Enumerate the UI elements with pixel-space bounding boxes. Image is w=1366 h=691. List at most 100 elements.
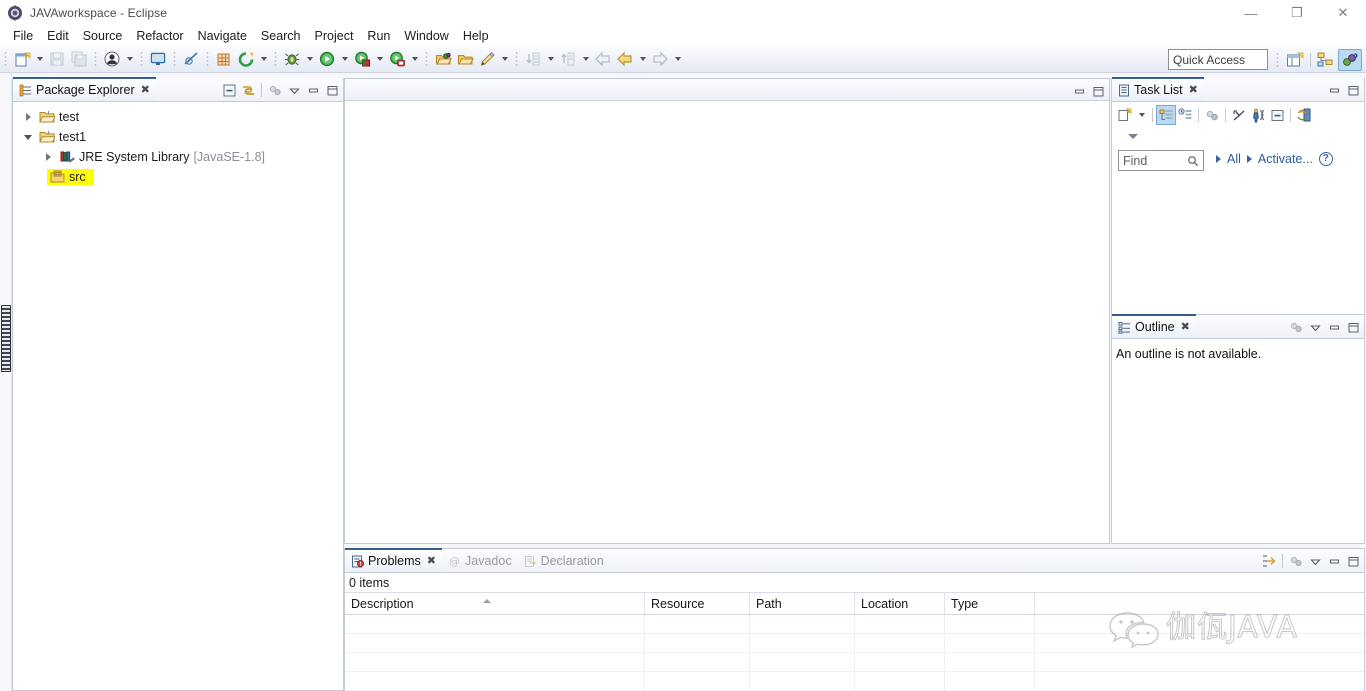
run-server-icon[interactable] bbox=[351, 48, 373, 70]
tree-item-src[interactable]: src bbox=[13, 167, 343, 187]
pencil-icon[interactable] bbox=[476, 48, 498, 70]
search-icon[interactable] bbox=[1187, 155, 1199, 167]
new-task-dropdown-icon[interactable] bbox=[1135, 104, 1148, 126]
tab-problems[interactable]: Problems ✖ bbox=[345, 548, 443, 572]
focus-on-workweek-icon[interactable] bbox=[1203, 106, 1221, 124]
collapse-all-icon[interactable] bbox=[220, 81, 238, 99]
tab-declaration[interactable]: Declaration bbox=[518, 548, 610, 572]
run-play-icon[interactable] bbox=[316, 48, 338, 70]
maximize-icon[interactable] bbox=[1089, 82, 1107, 100]
search-input[interactable]: Find bbox=[1123, 154, 1147, 168]
java-perspective-icon[interactable] bbox=[1338, 48, 1362, 71]
minimize-icon[interactable] bbox=[1325, 81, 1343, 99]
quick-access-input[interactable]: Quick Access bbox=[1168, 49, 1268, 70]
previous-annotation-icon[interactable] bbox=[557, 48, 579, 70]
previous-annotation-dropdown-icon[interactable] bbox=[579, 48, 592, 70]
toolbar-grip-5[interactable] bbox=[204, 50, 211, 68]
view-dropdown-icon[interactable] bbox=[1306, 552, 1324, 570]
menu-item-source[interactable]: Source bbox=[76, 27, 130, 45]
column-header-type[interactable]: Type bbox=[945, 593, 1035, 614]
run-server-dropdown-icon[interactable] bbox=[373, 48, 386, 70]
maximize-icon[interactable] bbox=[1344, 81, 1362, 99]
synchronize-icon[interactable] bbox=[1230, 106, 1248, 124]
minimize-icon[interactable] bbox=[304, 81, 322, 99]
right-arrow-dropdown-icon[interactable] bbox=[671, 48, 684, 70]
filter-activate-link[interactable]: Activate... bbox=[1258, 152, 1313, 166]
minimize-icon[interactable] bbox=[1325, 318, 1343, 336]
menu-item-help[interactable]: Help bbox=[456, 27, 496, 45]
twisty-expanded-icon[interactable] bbox=[21, 130, 35, 144]
tab-javadoc[interactable]: @ Javadoc bbox=[442, 548, 518, 572]
view-dropdown-icon[interactable] bbox=[285, 81, 303, 99]
open-perspective-icon[interactable] bbox=[1283, 49, 1307, 71]
scheduled-presentation-icon[interactable] bbox=[1176, 106, 1194, 124]
view-menu-icon[interactable] bbox=[1128, 133, 1138, 139]
problems-table-body[interactable] bbox=[345, 615, 1364, 691]
next-annotation-dropdown-icon[interactable] bbox=[544, 48, 557, 70]
menu-item-search[interactable]: Search bbox=[254, 27, 308, 45]
tree-item-test[interactable]: test bbox=[13, 107, 343, 127]
collapse-all-icon[interactable] bbox=[1268, 106, 1286, 124]
minimize-icon[interactable] bbox=[1325, 552, 1343, 570]
view-menu-icon[interactable] bbox=[266, 81, 284, 99]
table-row[interactable] bbox=[345, 615, 1364, 634]
close-button[interactable]: ✕ bbox=[1320, 0, 1366, 26]
toolbar-grip-6[interactable] bbox=[272, 50, 279, 68]
new-task-icon[interactable] bbox=[1116, 106, 1134, 124]
open-task-icon[interactable] bbox=[454, 48, 476, 70]
left-arrow-icon[interactable] bbox=[614, 48, 636, 70]
filter-completed-icon[interactable] bbox=[1249, 106, 1267, 124]
tab-outline[interactable]: Outline ✖ bbox=[1112, 314, 1196, 338]
close-icon[interactable]: ✖ bbox=[1181, 321, 1190, 333]
view-menu-icon[interactable] bbox=[1306, 318, 1324, 336]
new-file-icon[interactable] bbox=[11, 48, 33, 70]
skip-breakpoints-icon[interactable] bbox=[180, 48, 202, 70]
column-header-path[interactable]: Path bbox=[750, 593, 855, 614]
close-icon[interactable]: ✖ bbox=[141, 84, 150, 96]
debug-dropdown-icon[interactable] bbox=[303, 48, 316, 70]
run-dropdown-icon[interactable] bbox=[338, 48, 351, 70]
coverage-dropdown-icon[interactable] bbox=[257, 48, 270, 70]
help-icon[interactable]: ? bbox=[1318, 151, 1333, 166]
minimize-button[interactable]: — bbox=[1228, 0, 1274, 26]
view-menu-icon[interactable] bbox=[1287, 552, 1305, 570]
next-annotation-icon[interactable] bbox=[522, 48, 544, 70]
menu-item-navigate[interactable]: Navigate bbox=[191, 27, 254, 45]
save-all-icon[interactable] bbox=[68, 48, 90, 70]
user-icon[interactable] bbox=[101, 48, 123, 70]
twisty-collapsed-icon[interactable] bbox=[21, 110, 35, 124]
focus-on-selection-icon[interactable] bbox=[1260, 552, 1278, 570]
menu-item-refactor[interactable]: Refactor bbox=[129, 27, 190, 45]
minimize-icon[interactable] bbox=[1070, 82, 1088, 100]
table-row[interactable] bbox=[345, 672, 1364, 691]
categorized-presentation-icon[interactable] bbox=[1156, 105, 1176, 125]
fast-view-handle[interactable] bbox=[1, 305, 11, 372]
stop-server-icon[interactable] bbox=[386, 48, 408, 70]
menu-item-window[interactable]: Window bbox=[397, 27, 455, 45]
filter-activate-arrow-icon[interactable] bbox=[1246, 154, 1252, 163]
restore-tasks-icon[interactable] bbox=[1295, 106, 1313, 124]
column-header-resource[interactable]: Resource bbox=[645, 593, 750, 614]
left-arrow-dropdown-icon[interactable] bbox=[636, 48, 649, 70]
table-row[interactable] bbox=[345, 634, 1364, 653]
maximize-icon[interactable] bbox=[1344, 318, 1362, 336]
toolbar-grip-8[interactable] bbox=[513, 50, 520, 68]
editor-canvas[interactable] bbox=[345, 101, 1109, 543]
console-icon[interactable] bbox=[147, 48, 169, 70]
twisty-collapsed-icon[interactable] bbox=[41, 150, 55, 164]
column-header-location[interactable]: Location bbox=[855, 593, 945, 614]
coverage-icon[interactable] bbox=[235, 48, 257, 70]
close-icon[interactable]: ✖ bbox=[1189, 84, 1198, 96]
stop-server-dropdown-icon[interactable] bbox=[408, 48, 421, 70]
toolbar-grip-2[interactable] bbox=[92, 50, 99, 68]
link-with-editor-icon[interactable] bbox=[239, 81, 257, 99]
menu-item-edit[interactable]: Edit bbox=[40, 27, 76, 45]
search-input-wrapper[interactable]: Find bbox=[1118, 150, 1204, 171]
tab-task-list[interactable]: Task List ✖ bbox=[1112, 77, 1204, 101]
pencil-dropdown-icon[interactable] bbox=[498, 48, 511, 70]
right-arrow-icon[interactable] bbox=[649, 48, 671, 70]
tab-package-explorer[interactable]: Package Explorer ✖ bbox=[13, 77, 156, 101]
save-icon[interactable] bbox=[46, 48, 68, 70]
focus-icon[interactable] bbox=[1287, 318, 1305, 336]
toolbar-grip[interactable] bbox=[2, 50, 9, 68]
